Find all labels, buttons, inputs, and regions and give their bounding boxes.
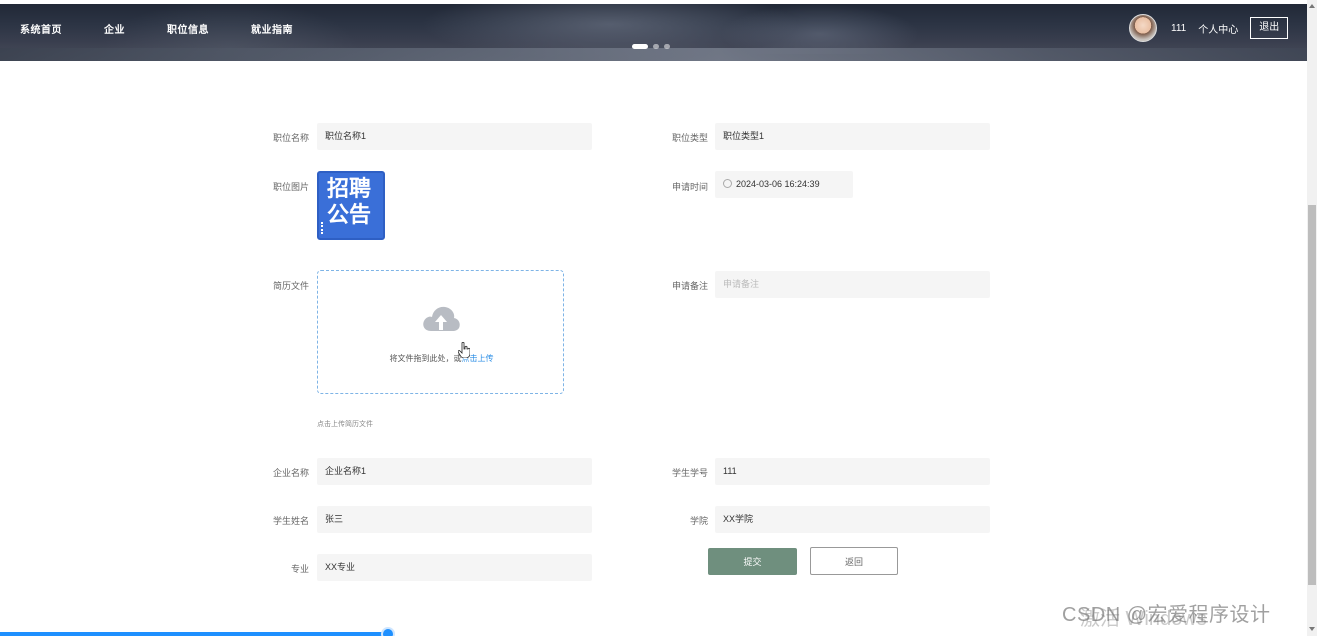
progress-bar [0, 632, 390, 636]
college-label: 学院 [689, 516, 708, 526]
vertical-scrollbar[interactable] [1307, 0, 1317, 636]
progress-knob[interactable] [381, 627, 395, 636]
back-button[interactable]: 返回 [810, 547, 898, 575]
student-name-input[interactable]: 张三 [317, 506, 592, 533]
carousel-dot-active[interactable] [632, 44, 648, 49]
nav-item-home[interactable]: 系统首页 [20, 21, 62, 36]
upload-instruction: 将文件拖到此处，或点击上传 [318, 353, 565, 364]
banner-decoration [0, 48, 1307, 61]
scroll-up-icon[interactable] [1309, 4, 1315, 8]
avatar[interactable] [1129, 14, 1157, 42]
apply-time-input[interactable]: 2024-03-06 16:24:39 [715, 171, 853, 198]
student-id-label: 学生学号 [671, 468, 708, 478]
resume-label: 简历文件 [272, 281, 309, 291]
carousel-dot[interactable] [664, 44, 670, 49]
nav-item-guide[interactable]: 就业指南 [251, 21, 293, 36]
submit-button[interactable]: 提交 [708, 548, 797, 575]
college-input[interactable]: XX学院 [715, 506, 990, 533]
job-image-label: 职位图片 [272, 182, 309, 192]
student-name-label: 学生姓名 [272, 516, 309, 526]
main-nav: 系统首页 企业 职位信息 就业指南 [20, 21, 335, 36]
username: 111 [1171, 22, 1187, 34]
job-type-input[interactable]: 职位类型1 [715, 123, 990, 150]
company-name-input[interactable]: 企业名称1 [317, 458, 592, 485]
major-label: 专业 [290, 564, 309, 574]
carousel-dot[interactable] [653, 44, 659, 49]
job-image-text-1: 招聘 [327, 177, 372, 202]
company-name-label: 企业名称 [272, 468, 309, 478]
job-name-label: 职位名称 [272, 133, 309, 143]
apply-time-label: 申请时间 [671, 182, 708, 192]
apply-note-label: 申请备注 [671, 281, 708, 291]
cloud-upload-icon [423, 306, 460, 331]
job-name-input[interactable]: 职位名称1 [317, 123, 592, 150]
csdn-watermark: CSDN @宏爱程序设计 [1062, 604, 1271, 626]
scroll-down-icon[interactable] [1309, 627, 1315, 631]
major-input[interactable]: XX专业 [317, 554, 592, 581]
carousel-indicators [632, 44, 675, 49]
personal-center-link[interactable]: 个人中心 [1198, 21, 1238, 36]
top-strip [0, 0, 1307, 4]
job-image-text-2: 公告 [327, 203, 372, 228]
logout-button[interactable]: 退出 [1250, 17, 1289, 39]
apply-note-input[interactable]: 申请备注 [715, 271, 990, 298]
scroll-thumb[interactable] [1308, 205, 1316, 585]
job-type-label: 职位类型 [671, 133, 708, 143]
upload-drop-text: 将文件拖到此处，或 [389, 354, 462, 363]
resume-upload-hint: 点击上传简历文件 [317, 421, 373, 428]
hand-cursor-icon [458, 342, 470, 358]
header-banner: 系统首页 企业 职位信息 就业指南 111 个人中心 退出 [0, 0, 1307, 61]
clock-icon [723, 179, 732, 189]
job-image: 招聘 公告 [317, 171, 385, 240]
banner-decoration [720, 4, 920, 54]
apply-time-value: 2024-03-06 16:24:39 [736, 179, 820, 189]
user-area: 111 个人中心 退出 [1129, 14, 1289, 42]
nav-item-jobs[interactable]: 职位信息 [167, 21, 209, 36]
student-id-input[interactable]: 111 [715, 458, 990, 485]
resume-upload-dropzone[interactable]: 将文件拖到此处，或点击上传 [317, 270, 564, 394]
image-dots-decoration [321, 222, 324, 234]
nav-item-company[interactable]: 企业 [104, 21, 125, 36]
